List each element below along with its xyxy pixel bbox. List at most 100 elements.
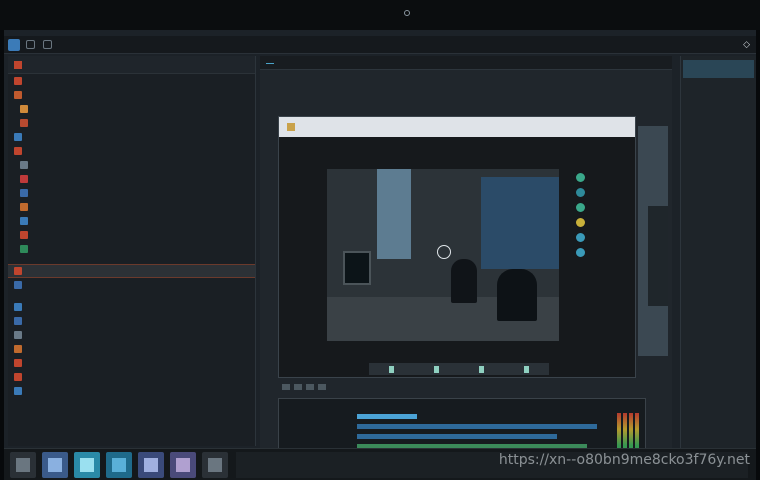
app-glyph	[80, 457, 94, 472]
list-item[interactable]	[8, 116, 255, 130]
file-icon	[20, 175, 28, 183]
track-clip[interactable]	[357, 423, 597, 429]
left-panel	[8, 56, 256, 446]
list-item[interactable]	[8, 74, 255, 88]
list-item[interactable]	[8, 186, 255, 200]
menubar: ◇	[4, 36, 756, 54]
control-icon[interactable]	[479, 365, 484, 373]
file-icon	[20, 161, 28, 169]
window-control-icon[interactable]	[43, 40, 52, 49]
close-icon[interactable]: ◇	[743, 40, 750, 50]
list-item[interactable]	[8, 342, 255, 356]
file-icon	[20, 203, 28, 211]
file-icon	[20, 189, 28, 197]
file-icon	[14, 303, 22, 311]
taskbar-app-icon[interactable]	[202, 451, 228, 478]
file-icon	[14, 331, 22, 339]
file-icon	[14, 387, 22, 395]
control-icon[interactable]	[575, 188, 585, 197]
editor-tabs	[260, 56, 672, 70]
app-glyph	[48, 457, 62, 472]
taskbar-app-icon[interactable]	[74, 451, 100, 478]
control-icon[interactable]	[575, 218, 585, 227]
timeline-header	[279, 399, 645, 411]
list-item[interactable]	[681, 92, 756, 106]
scene-shape	[648, 206, 668, 306]
track-clip[interactable]	[357, 413, 417, 419]
list-item[interactable]	[8, 130, 255, 144]
list-item[interactable]	[8, 102, 255, 116]
timeline-track[interactable]	[279, 411, 645, 421]
list-item[interactable]	[8, 88, 255, 102]
taskbar-app-icon[interactable]	[170, 451, 196, 478]
app-glyph	[176, 457, 190, 472]
file-icon	[14, 373, 22, 381]
app-icon[interactable]	[8, 38, 20, 51]
window-control-icon[interactable]	[26, 40, 35, 49]
timeline-track[interactable]	[279, 421, 645, 431]
list-item[interactable]	[8, 214, 255, 228]
file-icon	[14, 91, 22, 99]
file-icon	[14, 281, 22, 289]
file-icon	[14, 147, 22, 155]
control-icon[interactable]	[575, 203, 585, 212]
player-titlebar	[279, 117, 635, 137]
screen: ◇ https://xn--o80bn9me8cko3f76y.net	[4, 30, 756, 480]
player-side-controls	[567, 169, 593, 341]
list-item[interactable]	[8, 278, 255, 292]
list-item[interactable]	[8, 200, 255, 214]
taskbar-app-icon[interactable]	[106, 451, 132, 478]
taskbar-app-icon[interactable]	[138, 451, 164, 478]
webcam-icon	[404, 10, 410, 16]
toolbar-strip	[278, 382, 636, 392]
player-controls	[369, 363, 549, 375]
control-icon[interactable]	[575, 248, 585, 257]
panel-icon	[14, 60, 22, 69]
list-item[interactable]	[8, 242, 255, 256]
play-icon[interactable]	[437, 245, 451, 259]
control-icon[interactable]	[524, 365, 529, 373]
file-icon	[14, 77, 22, 85]
taskbar-app-icon[interactable]	[42, 451, 68, 478]
list-item[interactable]	[8, 172, 255, 186]
control-icon[interactable]	[389, 365, 394, 373]
file-icon	[14, 267, 22, 275]
control-icon[interactable]	[575, 173, 585, 182]
tool-icon[interactable]	[318, 384, 326, 390]
list-item[interactable]	[8, 158, 255, 172]
player-subtitle	[279, 137, 635, 151]
list-item[interactable]	[8, 144, 255, 158]
list-item[interactable]	[681, 78, 756, 92]
video-window-shape	[377, 169, 411, 259]
tool-icon[interactable]	[282, 384, 290, 390]
player-icon	[287, 123, 295, 131]
start-icon[interactable]	[10, 451, 36, 478]
editor-area	[260, 56, 672, 476]
tool-icon[interactable]	[306, 384, 314, 390]
list-item[interactable]	[8, 328, 255, 342]
video-monitor-shape	[343, 251, 371, 285]
file-icon	[14, 359, 22, 367]
control-icon[interactable]	[575, 233, 585, 242]
file-icon	[14, 317, 22, 325]
tab-active[interactable]	[266, 61, 274, 64]
video-player	[278, 116, 636, 378]
list-item[interactable]	[8, 228, 255, 242]
list-item[interactable]	[8, 356, 255, 370]
timeline-track[interactable]	[279, 431, 645, 441]
control-icon[interactable]	[434, 365, 439, 373]
list-item[interactable]	[8, 300, 255, 314]
list-item-selected[interactable]	[8, 264, 255, 278]
list-item[interactable]	[8, 314, 255, 328]
video-frame[interactable]	[327, 169, 559, 341]
tool-icon[interactable]	[294, 384, 302, 390]
list-item[interactable]	[8, 384, 255, 398]
right-panel-header	[683, 60, 754, 78]
list-item[interactable]	[8, 370, 255, 384]
monitor-top-bezel	[0, 0, 760, 30]
file-icon	[14, 345, 22, 353]
video-person-shape	[451, 259, 477, 303]
track-clip[interactable]	[357, 433, 557, 439]
file-icon	[14, 133, 22, 141]
